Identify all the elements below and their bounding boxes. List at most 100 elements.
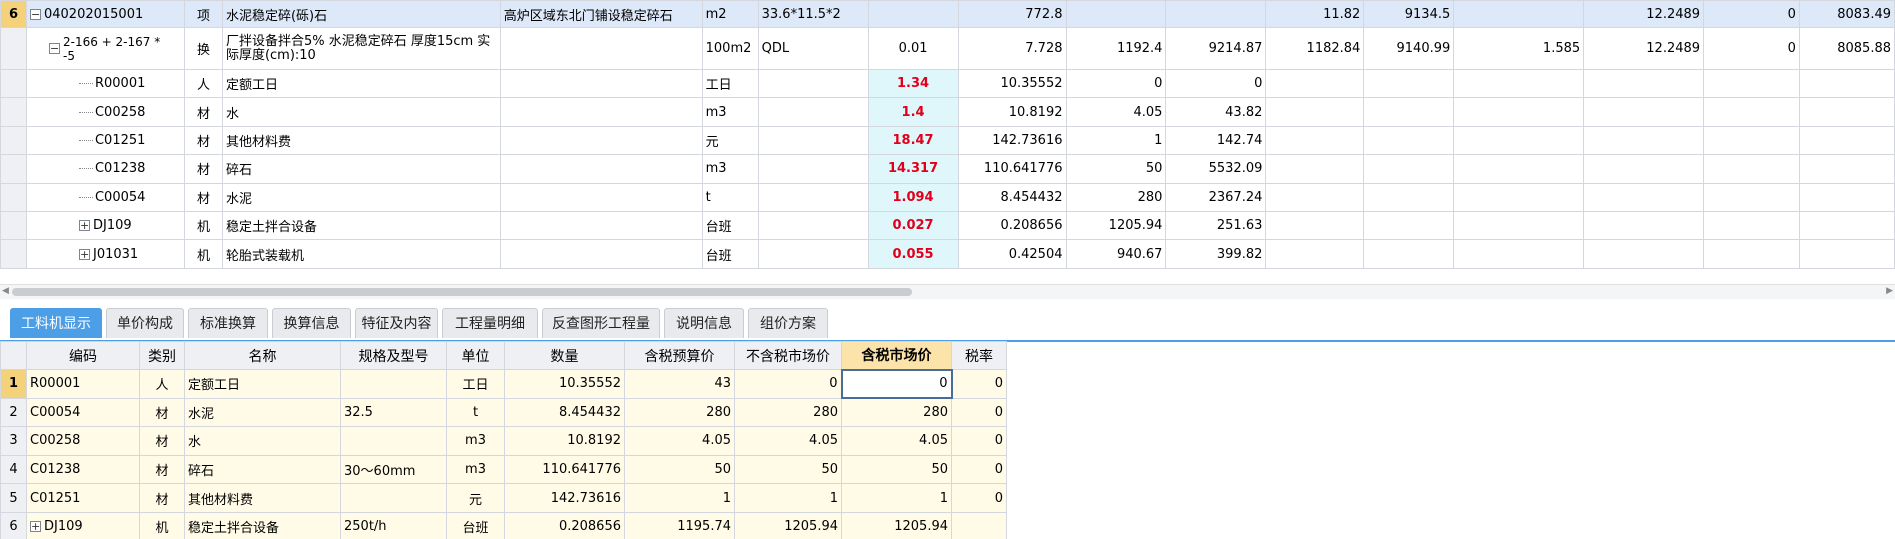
tab-9[interactable]: 组价方案 [748, 308, 828, 338]
spec-cell[interactable] [499, 27, 703, 70]
table-row[interactable]: 6−040202015001 项水泥稳定碎(砾)石 高炉区域东北门铺设稳定碎石 m2 3… [0, 0, 1895, 28]
c1-cell[interactable]: 11.82 [1265, 0, 1365, 28]
type-cell[interactable]: 人 [139, 369, 185, 399]
name-cell[interactable]: 定额工日 [184, 369, 341, 399]
spec-cell[interactable] [499, 125, 703, 156]
code-cell[interactable]: R00001 [25, 68, 185, 99]
code-cell[interactable]: C00054 [25, 182, 185, 212]
unit-cell[interactable]: m2 [701, 0, 759, 28]
column-header[interactable]: 单位 [446, 341, 505, 370]
qty-cell[interactable]: 1.34 [867, 68, 959, 99]
c3-cell[interactable]: 1.585 [1453, 27, 1585, 70]
name-cell[interactable]: 定额工日 [221, 68, 501, 99]
code-cell[interactable]: + J01031 [25, 239, 185, 269]
expand-icon[interactable]: + [78, 220, 90, 232]
table-row[interactable]: 6 + DJ109 机稳定土拌合设备 250t/h 台班 0.208656 1195.74 12… [0, 511, 1007, 539]
qty-cell[interactable]: 110.641776 [504, 454, 625, 485]
tax-rate-cell[interactable]: 0 [951, 454, 1007, 485]
c6-cell[interactable] [1798, 97, 1895, 127]
tax-market-price-cell[interactable]: 4.05 [841, 426, 952, 456]
column-header[interactable]: 名称 [184, 341, 341, 370]
scrollbar-thumb[interactable] [12, 288, 912, 296]
column-header[interactable]: 数量 [504, 341, 625, 370]
amount-cell[interactable]: 142.73616 [957, 125, 1067, 156]
c3-cell[interactable] [1453, 125, 1585, 156]
qty-cell[interactable]: 14.317 [867, 154, 959, 184]
c3-cell[interactable] [1453, 210, 1585, 241]
c1-cell[interactable] [1265, 182, 1365, 212]
table-row[interactable]: C00258 材水 m3 1.4 10.8192 4.05 43.82 [0, 97, 1895, 127]
spec-cell[interactable] [499, 239, 703, 269]
c3-cell[interactable] [1453, 0, 1585, 28]
price-cell[interactable]: 280 [1065, 182, 1167, 212]
unit-cell[interactable]: m3 [446, 454, 505, 485]
tax-rate-cell[interactable]: 0 [951, 426, 1007, 456]
spec-cell[interactable]: 250t/h [340, 511, 447, 539]
c6-cell[interactable] [1798, 125, 1895, 156]
unit-cell[interactable]: 元 [701, 125, 759, 156]
price-cell[interactable]: 1205.94 [1065, 210, 1167, 241]
code-cell[interactable]: + DJ109 [25, 210, 185, 241]
code-cell[interactable]: C01238 [25, 154, 185, 184]
amount-cell[interactable]: 10.35552 [957, 68, 1067, 99]
c4-cell[interactable] [1583, 125, 1705, 156]
collapse-icon[interactable]: − [48, 43, 60, 54]
column-header[interactable] [0, 341, 27, 370]
code-cell[interactable]: C01251 [26, 483, 140, 513]
column-header[interactable]: 编码 [26, 341, 140, 370]
tax-rate-cell[interactable]: 0 [951, 369, 1007, 399]
c4-cell[interactable] [1583, 239, 1705, 269]
tax-market-price-cell[interactable]: 50 [841, 454, 952, 485]
amount-cell[interactable]: 110.641776 [957, 154, 1067, 184]
market-price-cell[interactable]: 280 [734, 397, 842, 428]
spec-cell[interactable] [499, 97, 703, 127]
amount-cell[interactable]: 7.728 [957, 27, 1067, 70]
spec-cell[interactable] [340, 426, 447, 456]
table-row[interactable]: C01238 材碎石 m3 14.317 110.641776 50 5532.09 [0, 154, 1895, 184]
table-row[interactable]: −2-166 + 2-167 * -5 换厂拌设备拌合5% 水泥稳定碎石 厚度15… [0, 27, 1895, 70]
name-cell[interactable]: 水 [184, 426, 341, 456]
c2-cell[interactable] [1363, 154, 1455, 184]
code-cell[interactable]: C00258 [25, 97, 185, 127]
name-cell[interactable]: 稳定土拌合设备 [184, 511, 341, 539]
type-cell[interactable]: 材 [139, 454, 185, 485]
tax-budget-price-cell[interactable]: 1 [624, 483, 735, 513]
market-price-cell[interactable]: 50 [734, 454, 842, 485]
spec-cell[interactable] [340, 369, 447, 399]
c2-cell[interactable] [1363, 239, 1455, 269]
name-cell[interactable]: 碎石 [221, 154, 501, 184]
c5-cell[interactable]: 0 [1703, 0, 1800, 28]
unit-cell[interactable]: 工日 [701, 68, 759, 99]
code-cell[interactable]: −2-166 + 2-167 * -5 [25, 27, 185, 70]
c4-cell[interactable]: 12.2489 [1583, 0, 1705, 28]
total-cell[interactable]: 5532.09 [1165, 154, 1267, 184]
market-price-cell[interactable]: 1205.94 [734, 511, 842, 539]
amount-cell[interactable]: 772.8 [957, 0, 1067, 28]
total-cell[interactable]: 251.63 [1165, 210, 1267, 241]
spec-cell[interactable]: 高炉区域东北门铺设稳定碎石 [499, 0, 703, 28]
collapse-icon[interactable]: − [29, 8, 41, 20]
qty-cell[interactable] [867, 0, 959, 28]
code-cell[interactable]: C01251 [25, 125, 185, 156]
c2-cell[interactable] [1363, 210, 1455, 241]
spec-cell[interactable] [499, 210, 703, 241]
c1-cell[interactable] [1265, 154, 1365, 184]
qty-cell[interactable]: 10.35552 [504, 369, 625, 399]
table-row[interactable]: 5 C01251 材其他材料费元 142.73616 1 1 1 0 [0, 483, 1007, 513]
tab-3[interactable]: 标准换算 [188, 308, 268, 338]
c5-cell[interactable] [1703, 154, 1800, 184]
c6-cell[interactable] [1798, 68, 1895, 99]
name-cell[interactable]: 其他材料费 [184, 483, 341, 513]
qty-cell[interactable]: 0.208656 [504, 511, 625, 539]
c2-cell[interactable] [1363, 97, 1455, 127]
c1-cell[interactable]: 1182.84 [1265, 27, 1365, 70]
table-row[interactable]: 4 C01238 材碎石 30～60mm m3 110.641776 50 50 50 0 [0, 454, 1007, 485]
unit-cell[interactable]: m3 [446, 426, 505, 456]
expr-cell[interactable] [757, 239, 869, 269]
type-cell[interactable]: 材 [183, 154, 223, 184]
c4-cell[interactable] [1583, 182, 1705, 212]
tax-rate-cell[interactable]: 0 [951, 397, 1007, 428]
tax-budget-price-cell[interactable]: 50 [624, 454, 735, 485]
tax-budget-price-cell[interactable]: 280 [624, 397, 735, 428]
c5-cell[interactable] [1703, 97, 1800, 127]
